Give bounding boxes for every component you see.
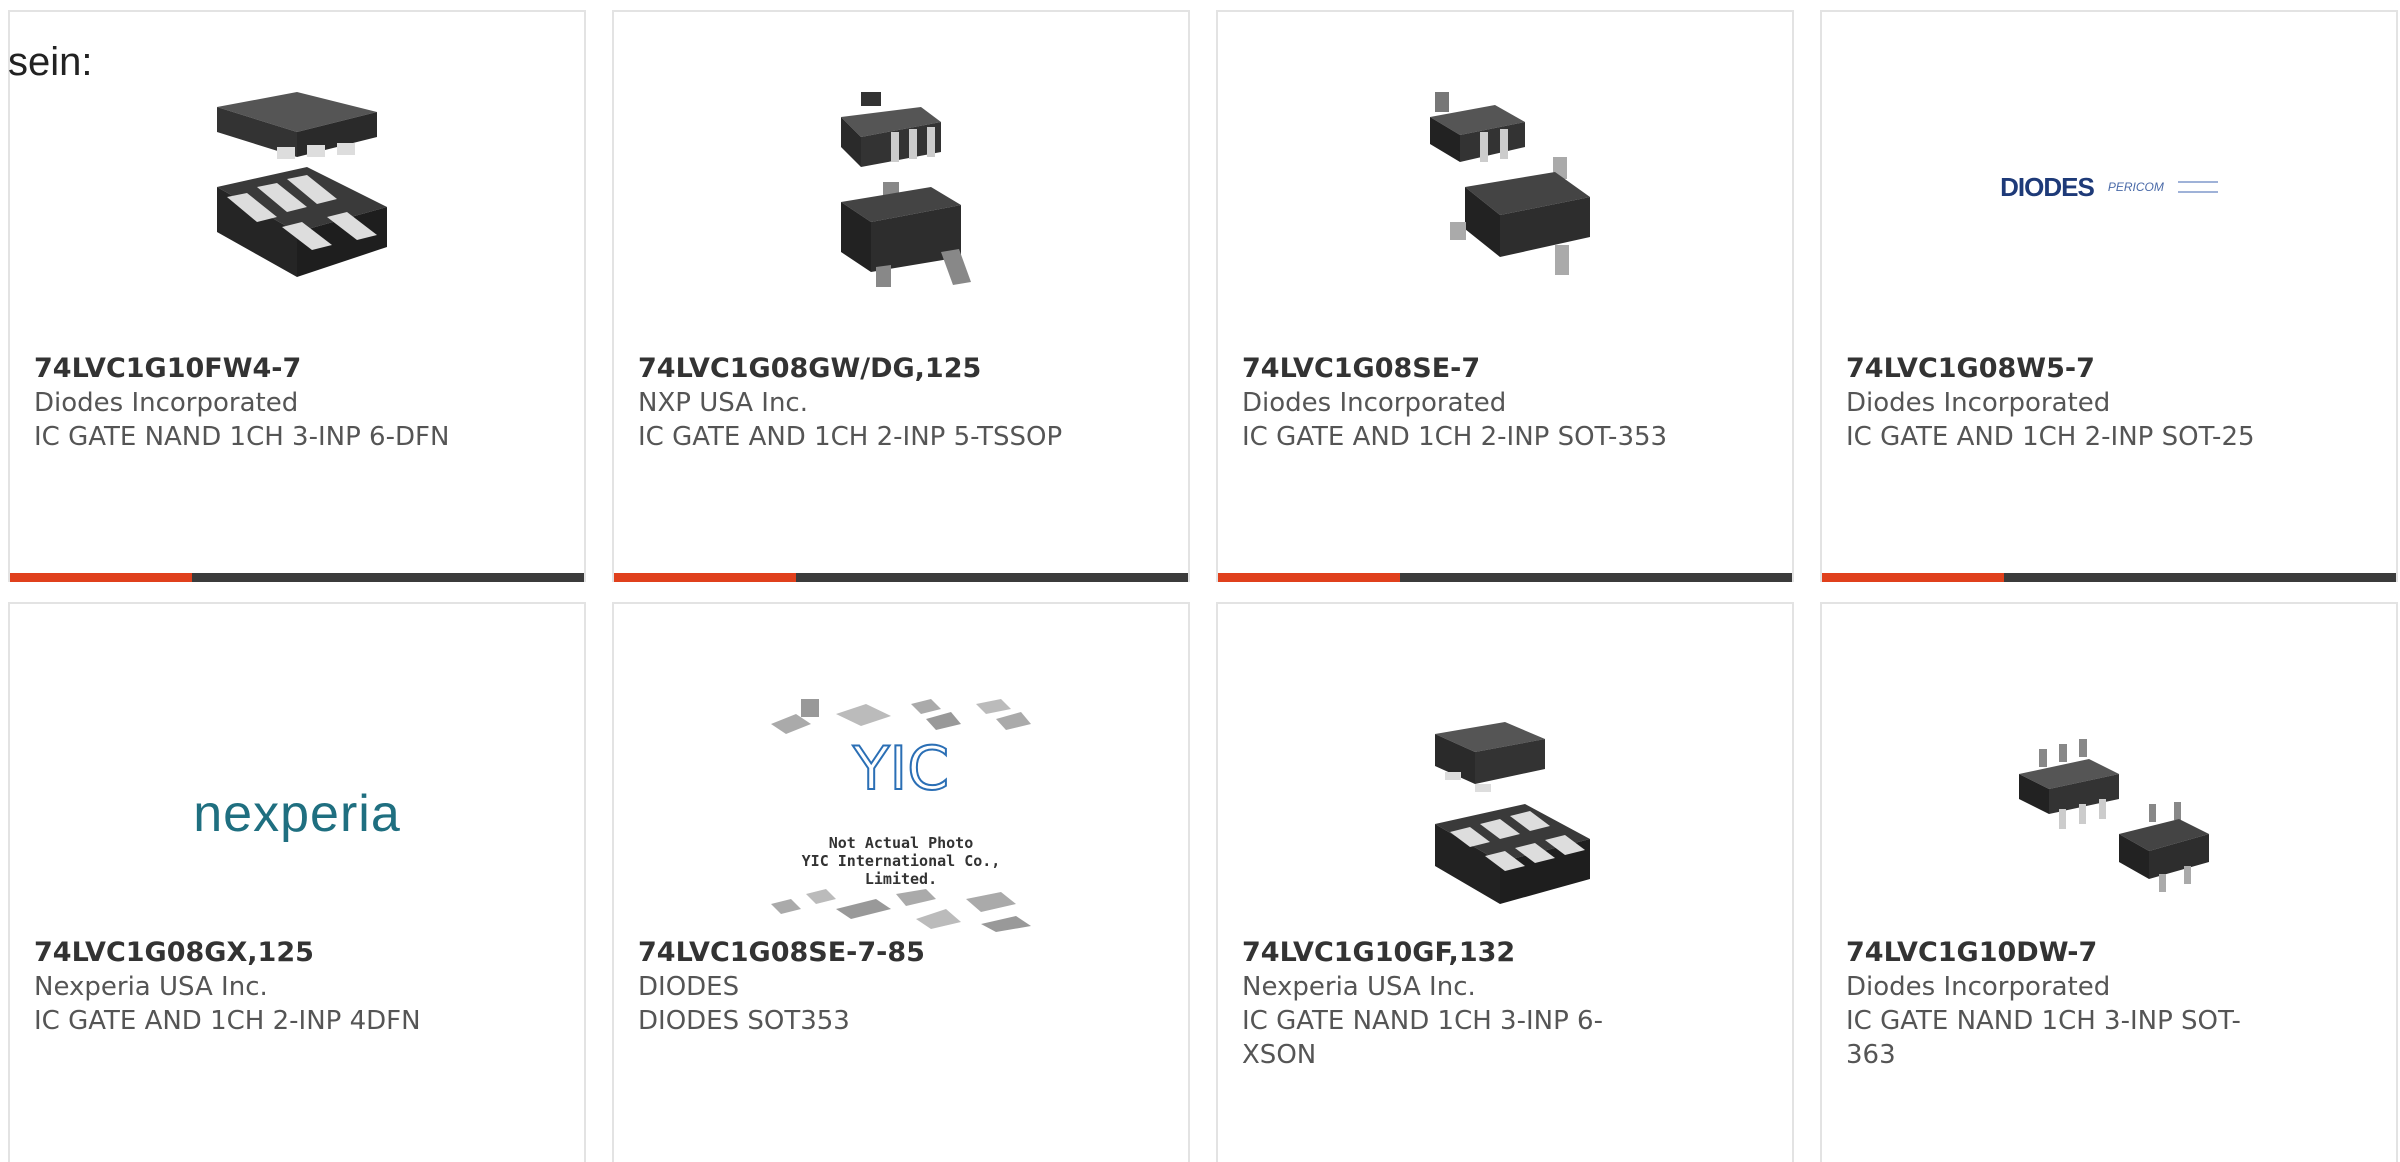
manufacturer: Nexperia USA Inc. xyxy=(34,972,268,1002)
part-number-link[interactable]: 74LVC1G08GX,125 xyxy=(34,936,560,970)
sot-363-package-icon xyxy=(2019,739,2209,892)
chip-collage-icon: YIC xyxy=(771,699,1031,932)
product-info: 74LVC1G08SE-7 Diodes Incorporated IC GAT… xyxy=(1242,352,1768,454)
svg-text:YIC: YIC xyxy=(852,734,949,804)
logo-stripes xyxy=(2177,181,2218,193)
card-accent xyxy=(614,573,796,582)
product-card[interactable]: DIODES PERICOM 74LVC1G08W5-7 Diodes Inco… xyxy=(1820,10,2398,582)
product-info: 74LVC1G08W5-7 Diodes Incorporated IC GAT… xyxy=(1846,352,2372,454)
diodes-pericom-logo: DIODES PERICOM xyxy=(2000,172,2218,203)
placeholder-line1: Not Actual Photo xyxy=(828,834,974,852)
product-card[interactable]: 74LVC1G10FW4-7 Diodes Incorporated IC GA… xyxy=(8,10,586,582)
product-card[interactable]: 74LVC1G10GF,132 Nexperia USA Inc. IC GAT… xyxy=(1216,602,1794,1162)
manufacturer: Diodes Incorporated xyxy=(1846,388,2111,418)
card-bottom-bar xyxy=(614,573,1188,582)
manufacturer: Diodes Incorporated xyxy=(34,388,299,418)
description: IC GATE NAND 1CH 3-INP SOT-363 xyxy=(1846,1006,2241,1070)
description: IC GATE AND 1CH 2-INP SOT-25 xyxy=(1846,422,2255,452)
card-accent xyxy=(1218,573,1400,582)
product-image[interactable] xyxy=(1822,684,2396,944)
part-number-link[interactable]: 74LVC1G10DW-7 xyxy=(1846,936,2372,970)
manufacturer: DIODES xyxy=(638,972,740,1002)
page: sein: 74LVC1G10FW4-7 Diodes Incorporated… xyxy=(0,0,2400,1162)
product-card[interactable]: YIC Not Actual Photo YIC International C… xyxy=(612,602,1190,1162)
nexperia-logo: nexperia xyxy=(193,785,401,843)
description: IC GATE AND 1CH 2-INP 5-TSSOP xyxy=(638,422,1063,452)
product-card[interactable]: 74LVC1G10DW-7 Diodes Incorporated IC GAT… xyxy=(1820,602,2398,1162)
description: IC GATE NAND 1CH 3-INP 6-DFN xyxy=(34,422,450,452)
part-number-link[interactable]: 74LVC1G10GF,132 xyxy=(1242,936,1768,970)
product-card[interactable]: 74LVC1G08GW/DG,125 NXP USA Inc. IC GATE … xyxy=(612,10,1190,582)
part-number-link[interactable]: 74LVC1G10FW4-7 xyxy=(34,352,560,386)
product-info: 74LVC1G08GX,125 Nexperia USA Inc. IC GAT… xyxy=(34,936,560,1038)
manufacturer: Diodes Incorporated xyxy=(1846,972,2111,1002)
product-image[interactable]: nexperia xyxy=(10,684,584,944)
card-accent xyxy=(1822,573,2004,582)
product-card[interactable]: 74LVC1G08SE-7 Diodes Incorporated IC GAT… xyxy=(1216,10,1794,582)
sot-353-package-icon xyxy=(1430,92,1590,275)
description: IC GATE AND 1CH 2-INP 4DFN xyxy=(34,1006,421,1036)
product-image[interactable]: DIODES PERICOM xyxy=(1822,82,2396,292)
product-info: 74LVC1G10DW-7 Diodes Incorporated IC GAT… xyxy=(1846,936,2372,1072)
product-info: 74LVC1G10FW4-7 Diodes Incorporated IC GA… xyxy=(34,352,560,454)
not-actual-photo-placeholder: YIC Not Actual Photo YIC International C… xyxy=(766,694,1036,934)
dfn-6-package-icon xyxy=(217,92,387,277)
product-image[interactable] xyxy=(1218,82,1792,292)
part-number-link[interactable]: 74LVC1G08SE-7-85 xyxy=(638,936,1164,970)
card-bottom-bar xyxy=(1218,573,1792,582)
product-info: 74LVC1G10GF,132 Nexperia USA Inc. IC GAT… xyxy=(1242,936,1768,1072)
card-bottom-bar xyxy=(10,573,584,582)
product-image[interactable] xyxy=(1218,684,1792,944)
xson-6-package-icon xyxy=(1435,722,1590,904)
part-number-link[interactable]: 74LVC1G08W5-7 xyxy=(1846,352,2372,386)
intro-text: sein: xyxy=(8,40,93,84)
product-image[interactable] xyxy=(614,82,1188,292)
part-number-link[interactable]: 74LVC1G08SE-7 xyxy=(1242,352,1768,386)
product-grid: 74LVC1G10FW4-7 Diodes Incorporated IC GA… xyxy=(8,10,2400,1162)
product-image[interactable] xyxy=(10,82,584,292)
product-info: 74LVC1G08SE-7-85 DIODES DIODES SOT353 xyxy=(638,936,1164,1038)
manufacturer: Nexperia USA Inc. xyxy=(1242,972,1476,1002)
product-info: 74LVC1G08GW/DG,125 NXP USA Inc. IC GATE … xyxy=(638,352,1164,454)
part-number-link[interactable]: 74LVC1G08GW/DG,125 xyxy=(638,352,1164,386)
diodes-logo-text: DIODES xyxy=(2000,171,2095,202)
manufacturer: NXP USA Inc. xyxy=(638,388,808,418)
description: IC GATE NAND 1CH 3-INP 6-XSON xyxy=(1242,1006,1603,1070)
pericom-logo-text: PERICOM xyxy=(2107,180,2164,194)
card-bottom-bar xyxy=(1822,573,2396,582)
description: DIODES SOT353 xyxy=(638,1006,850,1036)
tssop-5-package-icon xyxy=(841,92,971,287)
description: IC GATE AND 1CH 2-INP SOT-353 xyxy=(1242,422,1668,452)
product-image[interactable]: YIC Not Actual Photo YIC International C… xyxy=(614,684,1188,944)
card-accent xyxy=(10,573,192,582)
product-card[interactable]: nexperia 74LVC1G08GX,125 Nexperia USA In… xyxy=(8,602,586,1162)
placeholder-line2: YIC International Co., Limited. xyxy=(801,852,1001,888)
manufacturer: Diodes Incorporated xyxy=(1242,388,1507,418)
